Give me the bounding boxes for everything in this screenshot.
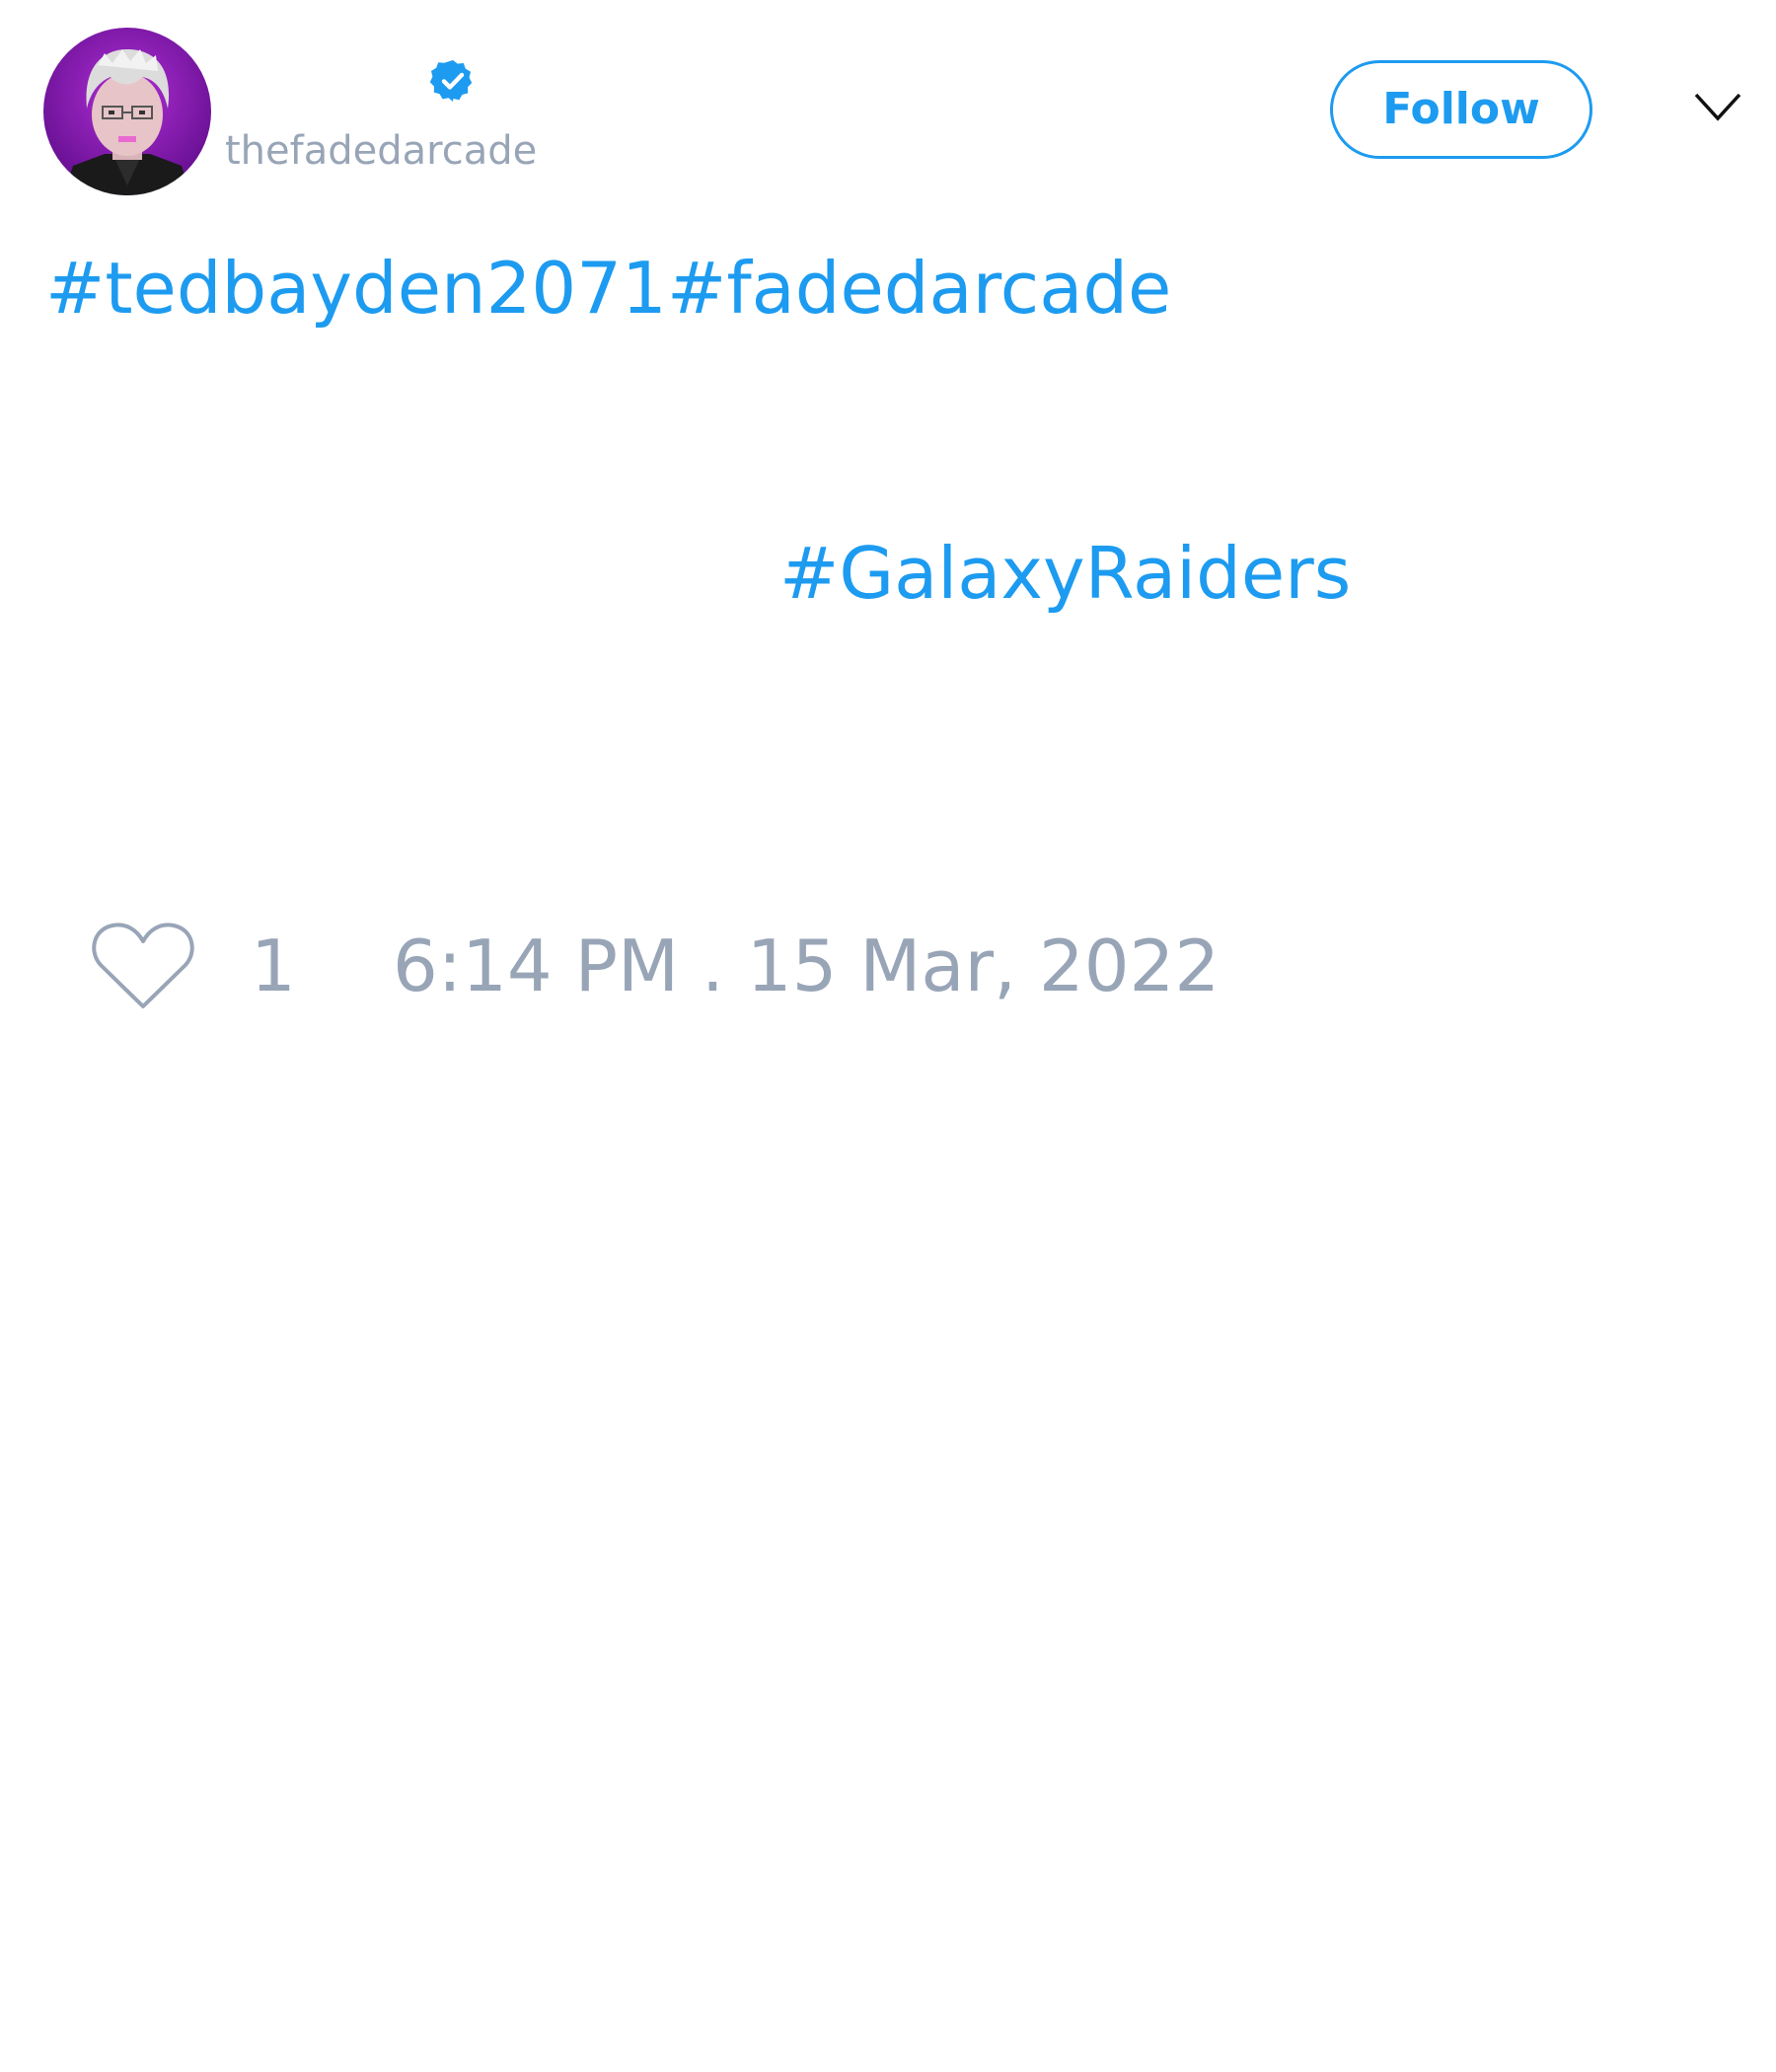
user-handle[interactable]: thefadedarcade [225, 126, 537, 176]
user-avatar[interactable] [43, 28, 211, 195]
chevron-down-icon[interactable] [1693, 91, 1742, 122]
verified-badge-icon [429, 60, 473, 102]
hashtag-link[interactable]: #tedbayden2071 [45, 244, 667, 333]
avatar-portrait-image [43, 28, 211, 195]
hashtag-link[interactable]: #fadedarcade [667, 244, 1171, 333]
tweet-card: thefadedarcade Follow #tedbayden2071 #fa… [0, 0, 1776, 2072]
like-count: 1 [251, 925, 296, 1007]
tweet-timestamp[interactable]: 6:14 PM . 15 Mar, 2022 [393, 922, 1220, 1010]
hashtag-link[interactable]: #GalaxyRaiders [779, 529, 1351, 618]
heart-icon[interactable] [91, 920, 195, 1012]
follow-button[interactable]: Follow [1330, 60, 1592, 159]
